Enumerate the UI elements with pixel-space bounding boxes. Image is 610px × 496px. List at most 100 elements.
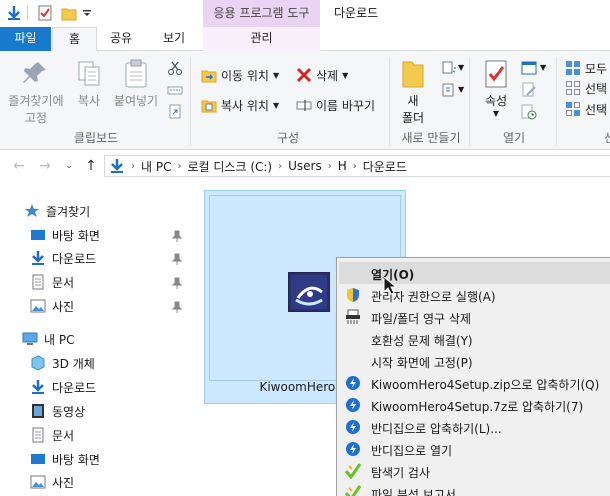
history-icon[interactable] [521,104,537,120]
nav-videos[interactable]: 동영상 [30,400,85,422]
menu-item-permanent-delete-label: 파일/폴더 영구 삭제 [371,312,471,326]
paste-button[interactable]: 붙여넣기 [110,59,162,109]
ribbon-tabs: 파일 홈 공유 보기 관리 [0,27,610,52]
menu-item-run-as-admin[interactable]: 관리자 권한으로 실행(A) [339,284,610,306]
tab-file[interactable]: 파일 [0,27,51,51]
nav-quick-access[interactable]: 즐겨찾기 [24,200,90,222]
copy-to-label: 복사 위치 [221,98,269,113]
customize-qa-dropdown-icon[interactable] [81,4,93,22]
properties-icon [480,59,512,89]
menu-item-pin-to-start[interactable]: 시작 화면에 고정(P) [339,350,610,372]
nav-pc-documents[interactable]: 문서 [30,424,74,446]
contextual-tab-group-label: 응용 프로그램 도구 [203,0,320,27]
move-to-button[interactable]: 이동 위치 ▼ [201,65,279,85]
select-all-label: 모두 [585,61,608,76]
menu-item-file-analysis[interactable]: 파일 분석 보고서 [339,482,610,496]
menu-item-troubleshoot-compat-label: 호환성 문제 해결(Y) [371,334,473,348]
delete-dropdown-icon: ▼ [342,70,349,80]
nav-qa-desktop[interactable]: 바탕 화면 [30,224,100,246]
breadcrumb-this-pc[interactable]: 내 PC [141,158,171,175]
menu-item-troubleshoot-compat[interactable]: 호환성 문제 해결(Y) [339,328,610,350]
copy-button[interactable]: 복사 [72,59,106,109]
properties-button[interactable]: 속성 ▼ [476,59,516,118]
rename-button[interactable]: 이름 바꾸기 [296,95,375,115]
copy-to-dropdown-icon: ▼ [272,100,280,110]
nav-this-pc[interactable]: 내 PC [22,328,74,350]
select-none-button[interactable]: 선택 [565,78,607,98]
nav-pc-downloads[interactable]: 다운로드 [30,376,96,398]
move-to-dropdown-icon: ▼ [272,70,280,80]
rename-icon [296,97,312,113]
invert-selection-icon [565,101,581,117]
invert-selection-button[interactable]: 선택 [565,99,607,119]
new-item-icon[interactable] [441,60,457,76]
pin-label-line2: 고정 [24,111,48,125]
back-arrow-icon[interactable]: ← [10,158,28,174]
properties-quick-icon[interactable] [36,4,54,22]
menu-item-permanent-delete[interactable]: 파일/폴더 영구 삭제 [339,306,610,328]
menu-item-compress-bandizip[interactable]: 반디집으로 압축하기(L)... [339,416,610,438]
address-bar[interactable]: › 내 PC › 로컬 디스크 (C:) › Users › H › 다운로드 [104,155,610,177]
move-to-folder-icon [201,67,217,83]
menu-item-open-bandizip[interactable]: 반디집으로 열기 [339,438,610,460]
forward-arrow-icon[interactable]: → [36,158,54,174]
menu-item-explorer-scan[interactable]: 탐색기 검사 [339,460,610,482]
breadcrumb-separator-icon[interactable]: › [131,161,135,172]
computer-icon [22,331,38,347]
breadcrumb-separator-icon[interactable]: › [328,161,332,172]
nav-qa-documents[interactable]: 문서 [30,271,74,293]
select-all-button[interactable]: 모두 [565,58,607,78]
up-arrow-icon[interactable]: ↑ [82,158,100,174]
recent-locations-chevron-icon[interactable]: ⌄ [60,161,78,171]
copy-to-folder-icon [201,97,217,113]
tab-home[interactable]: 홈 [52,27,97,52]
nav-pc-pictures[interactable]: 사진 [30,471,74,493]
copy-label: 복사 [77,94,101,108]
paste-shortcut-icon[interactable] [167,103,183,119]
menu-item-compress-7z[interactable]: KiwoomHero4Setup.7z로 압축하기(7) [339,394,610,416]
menu-item-compress-zip[interactable]: KiwoomHero4Setup.zip으로 압축하기(Q) [339,372,610,394]
documents-icon [30,427,46,443]
breadcrumb-separator-icon[interactable]: › [278,161,282,172]
breadcrumb-separator-icon[interactable]: › [353,161,357,172]
pin-to-quick-access-button[interactable]: 즐겨찾기에 고정 [4,59,68,126]
breadcrumb-separator-icon[interactable]: › [177,161,181,172]
properties-dropdown-icon: ▼ [492,109,500,118]
nav-qa-pictures[interactable]: 사진 [30,295,74,317]
explorer-app-icon[interactable] [5,4,23,22]
easy-access-dropdown-icon[interactable]: ▼ [458,85,464,94]
breadcrumb-user[interactable]: H [338,159,347,173]
desktop-icon [30,451,46,467]
nav-pc-downloads-label: 다운로드 [52,380,97,395]
select-all-icon [565,60,581,76]
delete-button[interactable]: 삭제 ▼ [296,65,348,85]
tab-manage[interactable]: 관리 [203,27,320,51]
delete-label: 삭제 [316,68,339,83]
easy-access-icon[interactable] [441,82,457,98]
nav-qa-downloads[interactable]: 다운로드 [30,247,96,269]
nav-pc-desktop[interactable]: 바탕 화면 [30,448,100,470]
new-item-dropdown-icon[interactable]: ▼ [458,63,464,72]
nav-qa-documents-label: 문서 [52,275,75,290]
copy-path-icon[interactable] [167,82,183,98]
breadcrumb-local-disk[interactable]: 로컬 디스크 (C:) [187,158,272,175]
tab-share[interactable]: 공유 [104,27,138,51]
breadcrumb-downloads[interactable]: 다운로드 [363,158,407,175]
properties-label: 속성 [484,94,508,108]
menu-item-open[interactable]: 열기(O) [339,262,610,284]
new-folder-quick-icon[interactable] [60,4,78,22]
new-folder-button[interactable]: 새 폴더 [396,59,430,126]
nav-this-pc-label: 내 PC [44,332,75,347]
tab-view[interactable]: 보기 [156,27,192,51]
breadcrumb-users[interactable]: Users [288,159,322,173]
pictures-icon [30,298,46,314]
ribbon-separator [190,57,191,145]
edit-icon[interactable] [521,82,537,98]
menu-item-compress-bandizip-label: 반디집으로 압축하기(L)... [371,422,502,436]
open-icon[interactable] [521,60,537,76]
cut-icon[interactable] [167,60,183,76]
open-dropdown-icon[interactable]: ▼ [540,63,546,72]
nav-3d-objects[interactable]: 3D 개체 [30,352,95,374]
copy-to-button[interactable]: 복사 위치 ▼ [201,95,279,115]
pinned-icon [171,277,183,289]
